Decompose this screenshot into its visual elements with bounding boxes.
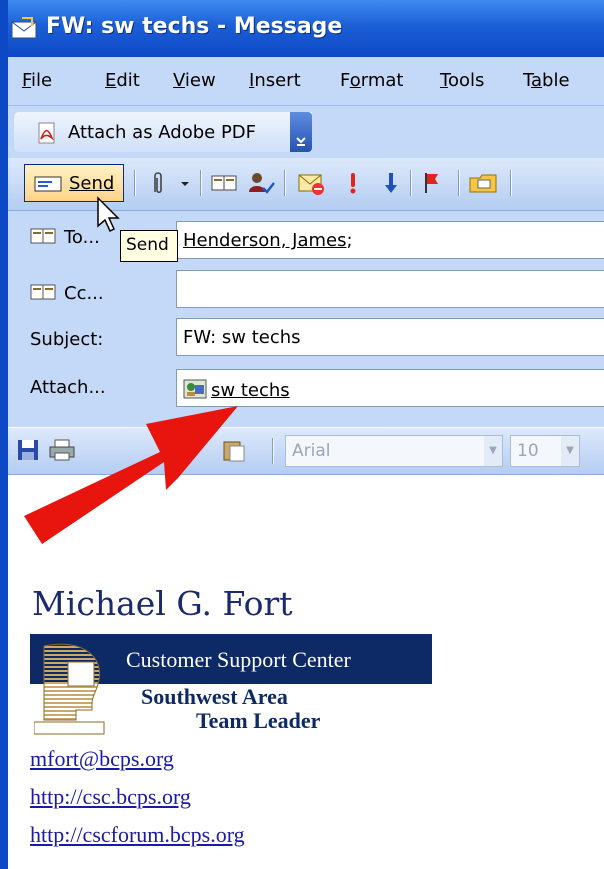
to-field[interactable]: Henderson, James; <box>176 221 604 259</box>
menu-bar: File Edit View Insert Format Tools Table <box>0 57 604 106</box>
send-envelope-icon <box>34 176 62 192</box>
toolbar-separator <box>284 170 286 196</box>
to-label: To... <box>64 227 100 248</box>
menu-file[interactable]: File <box>22 70 52 91</box>
attach-dropdown-icon[interactable] <box>178 170 192 196</box>
paperclip-icon[interactable] <box>146 170 170 196</box>
permission-envelope-icon[interactable] <box>296 170 326 196</box>
font-size-value: 10 <box>517 441 539 461</box>
mouse-pointer-icon <box>97 196 120 233</box>
chevron-down-icon[interactable]: ▼ <box>561 436 579 466</box>
signature-name: Michael G. Fort <box>32 584 293 623</box>
red-arrow-annotation <box>24 406 238 544</box>
follow-up-flag-icon[interactable] <box>420 170 442 196</box>
font-size-select[interactable]: 10 ▼ <box>510 435 580 467</box>
head-silhouette-icon <box>34 643 105 735</box>
menu-insert[interactable]: Insert <box>249 70 301 91</box>
subject-value: FW: sw techs <box>183 327 301 348</box>
attach-as-pdf-button[interactable]: Attach as Adobe PDF <box>14 112 312 152</box>
low-importance-icon[interactable] <box>382 170 400 196</box>
standard-toolbar: Send <box>0 158 604 211</box>
send-tooltip: Send <box>120 230 178 262</box>
banner-text: Customer Support Center <box>126 647 351 672</box>
adobe-pdf-icon <box>38 122 55 144</box>
title-bar: FW: sw techs - Message <box>0 0 604 57</box>
cc-button[interactable]: Cc... <box>30 283 104 304</box>
outlook-message-window: FW: sw techs - Message File Edit View In… <box>0 0 604 869</box>
toolbar-separator <box>458 170 460 196</box>
logo-area: Southwest Area <box>141 684 288 709</box>
signature-logo: Customer Support Center Southwest Area T… <box>30 634 432 738</box>
send-label: Send <box>69 173 115 194</box>
address-book-icon <box>30 284 56 300</box>
chevron-down-icon[interactable]: ▼ <box>484 436 502 466</box>
email-link[interactable]: mfort@bcps.org <box>30 746 174 772</box>
toolbar-separator <box>510 170 512 196</box>
subject-field[interactable]: FW: sw techs <box>176 318 604 356</box>
to-separator: ; <box>346 230 353 251</box>
to-button[interactable]: To... <box>30 227 100 248</box>
cc-label: Cc... <box>64 283 104 304</box>
menu-edit[interactable]: Edit <box>105 70 140 91</box>
forum-link[interactable]: http://cscforum.bcps.org <box>30 822 245 848</box>
website-link[interactable]: http://csc.bcps.org <box>30 784 191 810</box>
font-name-select[interactable]: Arial ▼ <box>285 435 503 467</box>
window-title: FW: sw techs - Message <box>46 14 343 39</box>
check-names-icon[interactable] <box>246 170 276 196</box>
address-book-icon[interactable] <box>210 170 240 196</box>
font-name-value: Arial <box>292 441 331 461</box>
menu-view[interactable]: View <box>173 70 216 91</box>
toolbar-separator <box>200 170 202 196</box>
subject-label: Subject: <box>30 329 104 350</box>
options-folder-icon[interactable] <box>468 170 500 196</box>
attach-as-pdf-label: Attach as Adobe PDF <box>68 122 257 143</box>
high-importance-icon[interactable] <box>345 170 361 196</box>
toolbar-options-chevron-icon[interactable] <box>290 112 312 152</box>
toolbar-separator <box>410 170 412 196</box>
message-window-icon <box>11 17 37 39</box>
address-book-icon <box>30 228 56 244</box>
menu-format[interactable]: Format <box>340 70 403 91</box>
cc-field[interactable] <box>176 270 604 308</box>
pdf-toolbar: Attach as Adobe PDF <box>0 106 604 158</box>
to-recipient[interactable]: Henderson, James <box>183 230 347 251</box>
menu-tools[interactable]: Tools <box>440 70 484 91</box>
logo-role: Team Leader <box>196 708 321 733</box>
menu-table[interactable]: Table <box>523 70 570 91</box>
toolbar-separator <box>134 170 136 196</box>
window-left-border <box>0 0 8 869</box>
